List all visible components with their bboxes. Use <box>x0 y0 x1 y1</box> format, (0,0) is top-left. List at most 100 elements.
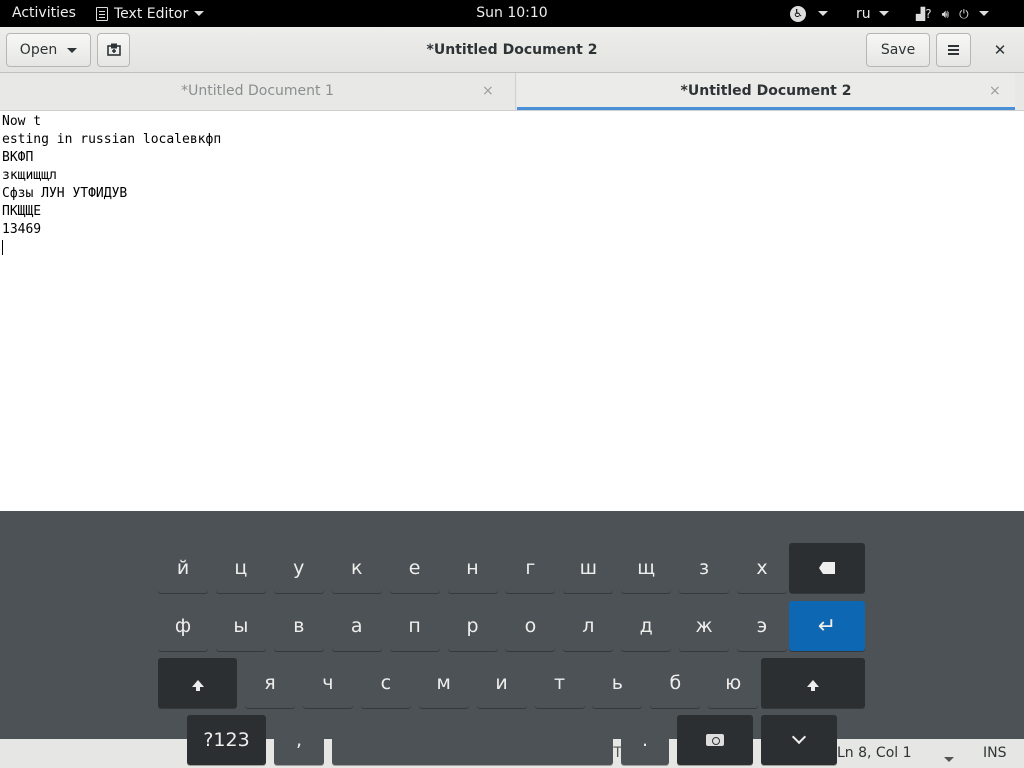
editor-line: Now t <box>2 114 42 129</box>
key-label: ф <box>174 615 192 637</box>
key-label: у <box>293 557 305 579</box>
text-editor-area[interactable]: Now t esting in russian localeвкфп ВКФП … <box>0 111 1024 512</box>
key-label: б <box>669 672 682 694</box>
activities-button[interactable]: Activities <box>12 0 76 27</box>
key-label: г <box>525 557 536 579</box>
key-r3-6[interactable]: ь <box>592 658 643 708</box>
hide-keyboard-key[interactable] <box>761 715 837 765</box>
key-r2-7[interactable]: л <box>563 601 614 651</box>
key-r1-10[interactable]: х <box>737 543 787 593</box>
cursor-position[interactable]: Ln 8, Col 1 <box>837 745 912 761</box>
tab-label: *Untitled Document 2 <box>680 83 852 99</box>
key-r2-3[interactable]: а <box>331 601 382 651</box>
period-key[interactable]: . <box>621 715 669 765</box>
key-r1-9[interactable]: з <box>679 543 730 593</box>
key-r3-0[interactable]: я <box>245 658 295 708</box>
key-r2-9[interactable]: ж <box>679 601 730 651</box>
key-label: а <box>350 615 363 637</box>
key-r1-3[interactable]: к <box>331 543 382 593</box>
menu-button[interactable] <box>936 33 971 67</box>
chevron-down-icon[interactable] <box>944 751 954 767</box>
shift-icon <box>191 679 204 691</box>
key-label: д <box>639 615 653 637</box>
key-r1-1[interactable]: ц <box>215 543 266 593</box>
tab-untitled-document-2[interactable]: *Untitled Document 2 × <box>517 73 1015 110</box>
volume-icon: 🔊︎ <box>941 6 950 21</box>
new-document-button[interactable] <box>97 33 130 67</box>
network-unknown-icon: ▟? <box>916 6 932 21</box>
chevron-down-icon <box>791 729 807 745</box>
space-key[interactable] <box>332 715 613 765</box>
key-r2-5[interactable]: р <box>447 601 498 651</box>
key-label: с <box>380 672 392 694</box>
shift-icon <box>807 679 819 691</box>
key-r1-2[interactable]: у <box>273 543 324 593</box>
key-r3-1[interactable]: ч <box>302 658 353 708</box>
close-tab-icon[interactable]: × <box>482 73 494 109</box>
numbers-key-label: ?123 <box>203 729 250 751</box>
key-label: х <box>756 557 768 579</box>
key-label: з <box>699 557 710 579</box>
key-label: ч <box>322 672 334 694</box>
key-r3-2[interactable]: с <box>360 658 411 708</box>
backspace-icon <box>819 562 835 574</box>
system-menu[interactable]: ▟? 🔊︎ ⏻ <box>916 0 989 27</box>
key-r2-2[interactable]: в <box>273 601 324 651</box>
app-name: Text Editor <box>114 5 189 22</box>
key-label: э <box>756 615 768 637</box>
key-r2-6[interactable]: о <box>505 601 556 651</box>
key-r3-8[interactable]: ю <box>708 658 759 708</box>
app-menu[interactable]: Text Editor <box>96 0 205 27</box>
key-r1-8[interactable]: щ <box>621 543 672 593</box>
close-tab-icon[interactable]: × <box>989 73 1001 109</box>
text-cursor <box>2 240 3 255</box>
key-label: ы <box>233 615 249 637</box>
key-r1-4[interactable]: е <box>389 543 440 593</box>
window-title: *Untitled Document 2 <box>426 42 598 58</box>
numbers-key[interactable]: ?123 <box>187 715 266 765</box>
enter-key[interactable]: ↵ <box>789 601 865 651</box>
accessibility-icon: ♿ <box>790 5 806 22</box>
key-r1-6[interactable]: г <box>505 543 556 593</box>
hamburger-icon <box>948 49 959 51</box>
key-r2-10[interactable]: э <box>737 601 787 651</box>
period-key-label: . <box>641 729 649 751</box>
key-r3-3[interactable]: м <box>418 658 469 708</box>
tab-label: *Untitled Document 1 <box>181 83 334 99</box>
key-r2-1[interactable]: ы <box>215 601 266 651</box>
open-button[interactable]: Open <box>6 33 91 67</box>
key-label: т <box>553 672 566 694</box>
close-window-button[interactable]: ✕ <box>988 39 1012 61</box>
save-button[interactable]: Save <box>866 33 930 67</box>
key-label: и <box>495 672 508 694</box>
key-r2-4[interactable]: п <box>389 601 440 651</box>
keyboard-layout-menu[interactable]: ru <box>856 0 889 27</box>
enter-icon: ↵ <box>817 613 837 639</box>
key-r2-0[interactable]: ф <box>158 601 208 651</box>
key-r3-5[interactable]: т <box>534 658 585 708</box>
close-icon: ✕ <box>993 41 1007 59</box>
key-r3-7[interactable]: б <box>650 658 701 708</box>
editor-line: esting in russian localeвкфп <box>2 132 222 147</box>
key-r2-8[interactable]: д <box>621 601 672 651</box>
shift-right-key[interactable] <box>761 658 865 708</box>
chevron-down-icon <box>67 47 78 53</box>
key-r1-5[interactable]: н <box>447 543 498 593</box>
tab-bar: *Untitled Document 1 × *Untitled Documen… <box>0 73 1024 111</box>
tab-untitled-document-1[interactable]: *Untitled Document 1 × <box>0 73 516 110</box>
comma-key[interactable]: , <box>274 715 324 765</box>
key-r1-0[interactable]: й <box>158 543 208 593</box>
shift-left-key[interactable] <box>158 658 237 708</box>
key-r3-4[interactable]: и <box>476 658 527 708</box>
keyboard-layout-label: ru <box>856 5 871 22</box>
backspace-key[interactable] <box>789 543 865 593</box>
emoji-key[interactable] <box>677 715 753 765</box>
key-r1-7[interactable]: ш <box>563 543 614 593</box>
key-label: ц <box>234 557 248 579</box>
key-label: ю <box>725 672 742 694</box>
key-label: я <box>264 672 276 694</box>
clock-label[interactable]: Sun 10:10 <box>476 5 547 21</box>
accessibility-menu[interactable]: ♿ <box>790 0 828 27</box>
editor-line: 13469 <box>2 222 42 237</box>
chevron-down-icon <box>878 11 889 16</box>
